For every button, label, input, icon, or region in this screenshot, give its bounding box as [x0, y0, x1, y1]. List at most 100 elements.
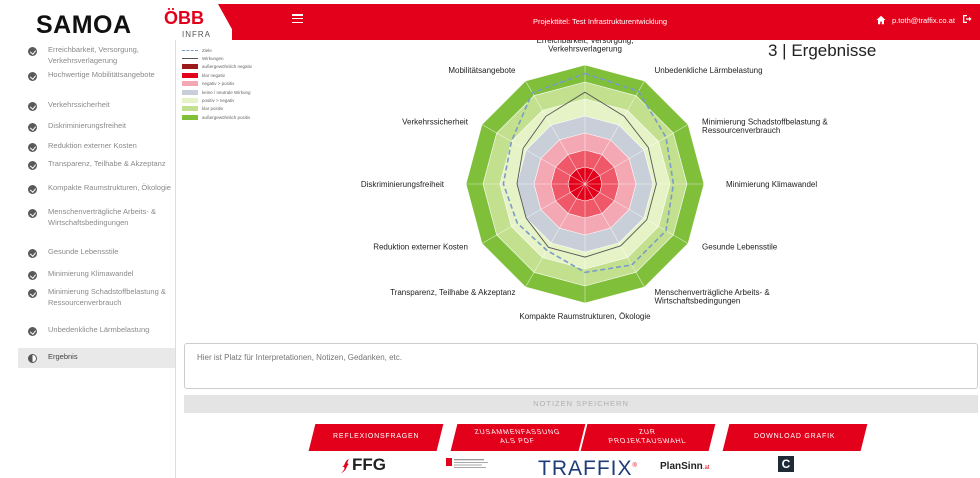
- sidebar-item-label: Menschenverträgliche Arbeits- & Wirtscha…: [48, 207, 156, 227]
- radar-axis-label: Minimierung Schadstoffbelastung & Ressour…: [702, 118, 828, 136]
- sidebar-item-lebensstile[interactable]: Gesunde Lebensstile: [18, 242, 175, 264]
- button-label-line: ZUSAMMENFASSUNG: [474, 429, 562, 436]
- project-selection-button[interactable]: ZUR PROJEKTAUSWAHL: [580, 424, 716, 451]
- summary-pdf-button[interactable]: ZUSAMMENFASSUNG ALS PDF: [450, 424, 586, 451]
- radar-axis-label: Reduktion externer Kosten: [373, 243, 468, 252]
- user-email-link[interactable]: p.toth@traffix.co.at: [892, 16, 955, 25]
- radar-axis-label: Gesunde Lebensstile: [702, 243, 778, 252]
- check-icon: [28, 209, 37, 218]
- legend-label: klar negativ: [202, 72, 226, 78]
- legend-item-klar-positiv: klar positiv: [182, 105, 292, 113]
- sidebar-item-arbeitsbedingungen[interactable]: Menschenverträgliche Arbeits- & Wirtscha…: [18, 204, 175, 242]
- legend-solid-line: [182, 58, 198, 60]
- ffg-swoosh-icon: [341, 459, 349, 473]
- legend-item-aussergewoehnlich-negativ: außergewöhnlich negativ: [182, 63, 292, 71]
- legend-swatch: [182, 106, 198, 112]
- brand-text: SAMOA: [36, 11, 132, 39]
- progress-half-icon: [28, 354, 37, 363]
- check-icon: [28, 249, 37, 258]
- ffg-logo: FFG: [352, 455, 386, 474]
- project-title: Projekttitel: Test Infrastrukturentwickl…: [532, 17, 668, 26]
- obb-logo: ÖBB: [164, 8, 204, 28]
- legend-swatch: [182, 81, 198, 87]
- plansinn-logo: PlanSinn.at: [660, 461, 709, 472]
- check-icon: [28, 47, 37, 56]
- notes-box: [184, 343, 978, 389]
- reflexionsfragen-button[interactable]: REFLEXIONSFRAGEN: [308, 424, 444, 451]
- radar-chart: Erreichbarkeit, Versorgung, Verkehrsverla…: [361, 40, 829, 321]
- chart-legend: Ziele Wirkungen außergewöhnlich negativ …: [182, 46, 292, 122]
- c-logo: C: [778, 456, 794, 472]
- legend-dashed-line: [182, 49, 198, 51]
- legend-swatch: [182, 64, 198, 70]
- check-icon: [28, 72, 37, 81]
- samoa-logo[interactable]: SAMOA: [36, 11, 132, 40]
- sidebar-item-label: Ergebnis: [48, 352, 78, 361]
- traffix-logo: TRAFFIX®: [538, 457, 638, 478]
- check-icon: [28, 143, 37, 152]
- sidebar-item-transparenz[interactable]: Transparenz, Teilhabe & Akzeptanz: [18, 156, 175, 180]
- sidebar-item-schadstoffbelastung[interactable]: Minimierung Schadstoffbelastung & Ressou…: [18, 284, 175, 322]
- download-grafik-button[interactable]: DOWNLOAD GRAFIK: [722, 424, 868, 451]
- radar-axis-label-line: Ressourcenverbrauch: [702, 126, 780, 135]
- radar-axis-label: Unbedenkliche Lärmbelastung: [655, 66, 763, 75]
- legend-swatch: [182, 98, 198, 104]
- logo-area: SAMOA ÖBB INFRA: [14, 4, 230, 42]
- legend-label: negativ > positiv: [202, 81, 235, 87]
- sidebar-item-verkehrssicherheit[interactable]: Verkehrssicherheit: [18, 94, 175, 115]
- plansinn-wordmark: PlanSinn: [660, 461, 703, 472]
- traffix-registered-mark: ®: [632, 463, 638, 469]
- button-label: ZUR PROJEKTAUSWAHL: [608, 429, 688, 446]
- logout-icon[interactable]: [962, 14, 972, 24]
- sidebar-item-label: Transparenz, Teilhabe & Akzeptanz: [48, 159, 166, 168]
- notes-textarea[interactable]: [185, 344, 977, 388]
- legend-swatch: [182, 89, 198, 95]
- legend-item-positiv-negativ: positiv > negativ: [182, 96, 292, 104]
- legend-label: Wirkungen: [202, 56, 224, 62]
- legend-label: keine / neutrale Wirkung: [202, 89, 251, 95]
- sidebar-item-label: Kompakte Raumstrukturen, Ökologie: [48, 183, 171, 192]
- radar-axis-label: Mobilitätsangebote: [448, 66, 516, 75]
- sidebar-item-label: Minimierung Klimawandel: [48, 269, 134, 278]
- sidebar-item-erreichbarkeit[interactable]: Erreichbarkeit, Versorgung, Verkehrsverl…: [18, 40, 175, 66]
- legend-item-klar-negativ: klar negativ: [182, 71, 292, 79]
- check-icon: [28, 185, 37, 194]
- button-label-line: PROJEKTAUSWAHL: [608, 437, 688, 445]
- menu-icon[interactable]: [292, 14, 303, 24]
- legend-item-wirkungen: Wirkungen: [182, 54, 292, 62]
- sidebar-item-mobilitaetsangebote[interactable]: Hochwertige Mobilitätsangebote: [18, 66, 175, 94]
- save-notes-button[interactable]: NOTIZEN SPEICHERN: [184, 395, 978, 413]
- home-icon[interactable]: [876, 15, 886, 25]
- sidebar-item-ergebnis[interactable]: Ergebnis: [18, 348, 175, 368]
- radar-axis-label: Kompakte Raumstrukturen, Ökologie: [519, 312, 651, 321]
- sidebar: Erreichbarkeit, Versorgung, Verkehrsverl…: [18, 40, 176, 478]
- plansinn-suffix: .at: [702, 465, 710, 471]
- legend-item-aussergewoehnlich-positiv: außergewöhnlich positiv: [182, 113, 292, 121]
- sidebar-item-diskriminierung[interactable]: Diskriminierungsfreiheit: [18, 115, 175, 136]
- button-label-line: ZUR: [638, 429, 658, 436]
- radar-axis-label: Erreichbarkeit, Versorgung, Verkehrsverla…: [537, 40, 634, 54]
- bmk-logo: [446, 458, 488, 468]
- check-icon: [28, 327, 37, 336]
- radar-axis-label: Menschenverträgliche Arbeits- & Wirtschaf…: [655, 288, 771, 306]
- sidebar-item-klimawandel[interactable]: Minimierung Klimawandel: [18, 264, 175, 284]
- sidebar-item-externe-kosten[interactable]: Reduktion externer Kosten: [18, 136, 175, 156]
- legend-label: außergewöhnlich negativ: [202, 64, 253, 70]
- legend-label: klar positiv: [202, 106, 224, 112]
- legend-item-ziele: Ziele: [182, 46, 292, 54]
- sidebar-item-raumstrukturen[interactable]: Kompakte Raumstrukturen, Ökologie: [18, 180, 175, 204]
- partner-logos: FFG TRAFFIX® PlanSinn.at C: [340, 455, 800, 478]
- button-label: ZUSAMMENFASSUNG ALS PDF: [474, 429, 562, 446]
- legend-swatch: [182, 72, 198, 78]
- sidebar-item-label: Minimierung Schadstoffbelastung & Ressou…: [48, 287, 166, 307]
- sidebar-item-label: Reduktion externer Kosten: [48, 141, 137, 150]
- button-label-line: ALS PDF: [499, 437, 537, 445]
- sidebar-item-laermbelastung[interactable]: Unbedenkliche Lärmbelastung: [18, 322, 175, 348]
- sidebar-item-label: Verkehrssicherheit: [48, 100, 110, 109]
- radar-axis-label-line: Verkehrsverlagerung: [548, 45, 622, 54]
- legend-item-neutral: keine / neutrale Wirkung: [182, 88, 292, 96]
- sidebar-item-label: Diskriminierungsfreiheit: [48, 121, 126, 130]
- button-label: REFLEXIONSFRAGEN: [332, 433, 420, 441]
- legend-label: Ziele: [202, 47, 212, 53]
- legend-label: positiv > negativ: [202, 98, 235, 104]
